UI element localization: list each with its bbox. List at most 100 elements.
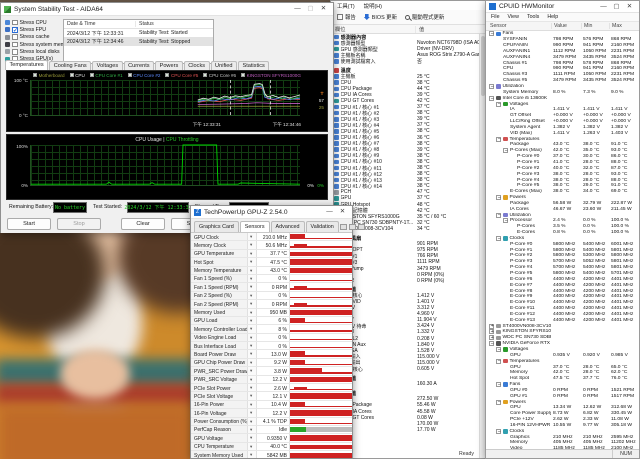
sensor-row[interactable]: Chassis #5 3479 RPM 3435 RPM 3524 RPM (486, 78, 639, 84)
sensor-row[interactable]: P-Cores (Max) 42.0 °C 35.0 °C 93.0 °C (486, 148, 639, 154)
sensor-dropdown-arrow-icon[interactable] (248, 258, 257, 265)
sensor-row[interactable]: IA 1.411 V 1.411 V 1.411 V (486, 107, 639, 113)
sensor-row[interactable]: Graphics 210 MHz 210 MHz 2595 MHz (486, 434, 639, 440)
toolbar-button[interactable]: BIOS 更新 (364, 13, 397, 21)
sensor-row[interactable]: P-Core #5 5800 MHz 5400 MHz 5701 MHz (486, 271, 639, 277)
sensor-row[interactable]: SYSFANIN 798 RPM 576 RPM 868 RPM (486, 37, 639, 43)
sensor-row[interactable]: P-Core #5 38.0 °C 29.0 °C 91.0 °C (486, 183, 639, 189)
minimize-icon[interactable]: — (597, 1, 610, 13)
stress-checkbox[interactable] (12, 42, 18, 48)
sensor-row[interactable]: Chassis #1 798 RPM 578 RPM 868 RPM (486, 60, 639, 66)
stress-option[interactable]: Stress FPU (5, 26, 63, 33)
sensor-dropdown-arrow-icon[interactable] (248, 376, 257, 383)
refresh-icon[interactable] (349, 224, 356, 230)
aida-action-button[interactable]: Stop (57, 218, 101, 230)
sensor-row[interactable]: System Agent 1.382 V 1.382 V 1.382 V (486, 125, 639, 131)
sensor-row[interactable]: P-Core #4 5700 MHz 5400 MHz 5801 MHz (486, 265, 639, 271)
aida-tab[interactable]: Statistics (238, 61, 269, 70)
legend-checkbox-icon[interactable] (165, 73, 169, 77)
sensor-dropdown-arrow-icon[interactable] (248, 392, 257, 399)
aida-tab[interactable]: Temperatures (5, 60, 48, 70)
maximize-icon[interactable]: ▢ (304, 3, 317, 15)
stress-option[interactable]: Stress cache (5, 34, 63, 41)
aida-tab[interactable]: Currents (124, 61, 154, 70)
sensor-dropdown-arrow-icon[interactable] (248, 384, 257, 391)
sensor-row[interactable]: GPU #1 0 RPM 0 RPM 1517 RPM (486, 393, 639, 399)
sensor-dropdown-arrow-icon[interactable] (248, 434, 257, 441)
legend-item[interactable]: Motherboard (33, 73, 65, 78)
sensor-row[interactable]: Package 56.58 W 32.79 W 222.87 W (486, 200, 639, 206)
sensor-dropdown-arrow-icon[interactable] (248, 334, 257, 341)
tree-expander-icon[interactable] (503, 218, 508, 223)
sensor-dropdown-arrow-icon[interactable] (248, 342, 257, 349)
sensor-dropdown-arrow-icon[interactable] (248, 418, 257, 425)
sensor-dropdown-arrow-icon[interactable] (248, 359, 257, 366)
sensor-row[interactable]: E-Core #11 4400 MHz 4200 MHz 4401 MHz (486, 306, 639, 312)
log-row[interactable]: 2024/3/12 下午 12:34:46 Stability Test: St… (64, 37, 213, 45)
sensor-row[interactable]: Processor 2.4 % 0.0 % 100.0 % (486, 218, 639, 224)
screenshot-camera-icon[interactable] (340, 224, 347, 230)
maximize-icon[interactable]: ▢ (610, 1, 623, 13)
aida-titlebar[interactable]: System Stability Test - AIDA64 — ▢ ✕ (1, 3, 333, 16)
sensor-dropdown-arrow-icon[interactable] (248, 233, 257, 240)
stress-checkbox[interactable] (12, 34, 18, 40)
legend-checkbox-icon[interactable] (33, 73, 37, 77)
sensor-row[interactable]: AUXFANIN4 3479 RPM 3435 RPM 3524 RPM (486, 54, 639, 60)
aida-tab[interactable]: Clocks (184, 61, 210, 70)
sensor-row[interactable]: LLC/Ring Offset +0.000 V +0.000 V +0.000… (486, 119, 639, 125)
sensor-row[interactable]: P-Cores 3.5 % 0.0 % 100.0 % (486, 224, 639, 230)
sensor-row[interactable]: E-Core #13 4400 MHz 4200 MHz 4401 MHz (486, 317, 639, 323)
gpuz-tab[interactable]: Validation (306, 221, 339, 232)
tree-expander-icon[interactable] (489, 96, 494, 101)
sensor-dropdown-arrow-icon[interactable] (248, 275, 257, 282)
sensor-row[interactable]: E-Core #9 4400 MHz 4200 MHz 4401 MHz (486, 294, 639, 300)
sensor-row[interactable]: GPU 37.0 °C 28.0 °C 65.0 °C (486, 364, 639, 370)
sensor-row[interactable]: AUXFANIN1 1112 RPM 1050 RPM 2231 RPM (486, 49, 639, 55)
menu-item[interactable]: 工具(T) (337, 2, 355, 10)
sensor-row[interactable]: P-Core #1 5800 MHz 5400 MHz 5801 MHz (486, 247, 639, 253)
legend-checkbox-icon[interactable] (128, 73, 132, 77)
gpuz-titlebar[interactable]: Z TechPowerUp GPU-Z 2.54.0 — ✕ (191, 206, 352, 219)
sensor-row[interactable]: Package 43.0 °C 38.0 °C 91.0 °C (486, 142, 639, 148)
sensor-dropdown-arrow-icon[interactable] (248, 309, 257, 316)
tree-expander-icon[interactable] (489, 31, 494, 36)
close-icon[interactable]: ✕ (317, 3, 330, 15)
stress-checkbox[interactable] (12, 27, 18, 33)
sensor-dropdown-arrow-icon[interactable] (248, 283, 257, 290)
legend-item[interactable]: CPU Core #1 (90, 73, 123, 78)
tree-expander-icon[interactable] (489, 324, 494, 329)
menu-item[interactable]: 說明(H) (364, 2, 382, 10)
menu-item[interactable]: File (491, 14, 500, 20)
sensor-row[interactable]: P-Core #1 41.0 °C 28.0 °C 88.0 °C (486, 160, 639, 166)
stress-option[interactable]: Stress CPU (5, 19, 63, 26)
legend-item[interactable]: CPU Core #2 (128, 73, 161, 78)
tree-expander-icon[interactable] (489, 329, 494, 334)
log-column-datetime[interactable]: Date & Time (64, 21, 136, 27)
column-value[interactable]: 值 (416, 26, 424, 33)
stress-checkbox[interactable] (12, 20, 18, 26)
gpuz-tab[interactable]: Graphics Card (194, 221, 239, 232)
legend-item[interactable]: CPU Core #5 (165, 73, 198, 78)
sensor-panel-row[interactable]: GPU 17.70 W (331, 427, 479, 433)
sensor-row[interactable]: E-Core #12 4400 MHz 4200 MHz 4401 MHz (486, 312, 639, 318)
sensor-row[interactable]: Memory 405 MHz 405 MHz 11202 MHz (486, 440, 639, 446)
sensor-dropdown-arrow-icon[interactable] (248, 401, 257, 408)
stress-option[interactable]: Stress system memory (5, 41, 63, 48)
sensor-row[interactable]: Memory 42.0 °C 28.0 °C 62.0 °C (486, 370, 639, 376)
sensor-row[interactable]: GT Offset +0.000 V +0.000 V +0.000 V (486, 113, 639, 119)
stress-checkbox[interactable] (12, 49, 18, 55)
sensor-row[interactable]: Hot Spot 47.5 °C 37.7 °C 76.0 °C (486, 376, 639, 382)
tree-expander-icon[interactable] (496, 347, 501, 352)
legend-checkbox-icon[interactable] (241, 73, 245, 77)
sensor-row[interactable]: System Memory 8.0 % 7.3 % 9.0 % (486, 89, 639, 95)
sensor-row[interactable]: CPU 990 RPM 941 RPM 2160 RPM (486, 66, 639, 72)
legend-item[interactable]: CPU (70, 73, 85, 78)
sensor-row[interactable]: Chassis #3 1111 RPM 1050 RPM 2231 RPM (486, 72, 639, 78)
tree-expander-icon[interactable] (496, 213, 501, 218)
column-value[interactable]: Value (551, 23, 581, 29)
tree-expander-icon[interactable] (496, 236, 501, 241)
menu-item[interactable]: Tools (527, 14, 539, 20)
legend-item[interactable]: KINGSTON SFYRS1000G (241, 73, 301, 78)
column-sensor[interactable]: Sensor (486, 23, 551, 29)
sensor-dropdown-arrow-icon[interactable] (248, 292, 257, 299)
